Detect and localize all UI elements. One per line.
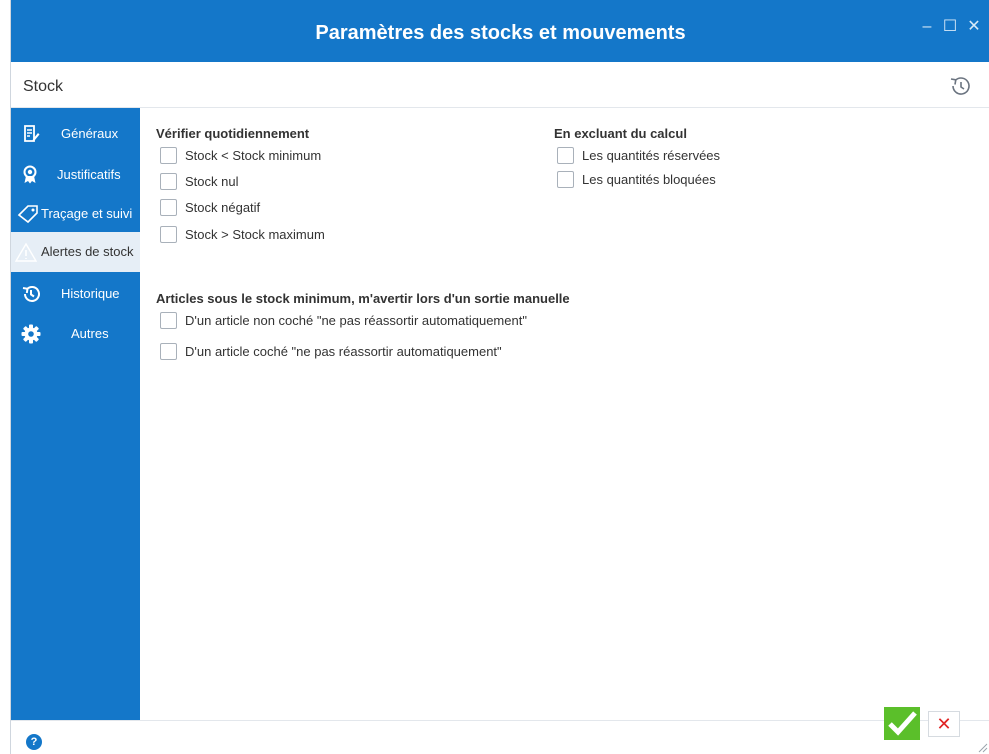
sidebar-item-label: Historique xyxy=(61,286,120,301)
history-icon xyxy=(21,284,41,304)
window-title: Paramètres des stocks et mouvements xyxy=(315,22,686,44)
history-button[interactable] xyxy=(948,74,972,98)
cancel-button[interactable]: ✕ xyxy=(928,711,960,737)
checkbox-label: Stock > Stock maximum xyxy=(185,227,325,242)
sidebar-item-label: Alertes de stock xyxy=(41,244,134,259)
footer-bar: ? ✕ xyxy=(11,707,989,754)
checkbox-label: D'un article non coché "ne pas réassorti… xyxy=(185,313,527,328)
sidebar-item-tracage[interactable]: Traçage et suivi xyxy=(11,194,140,234)
manual-exit-title: Articles sous le stock minimum, m'averti… xyxy=(156,291,570,306)
sidebar-item-justificatifs[interactable]: Justificatifs xyxy=(11,155,140,195)
checkbox-label: Les quantités réservées xyxy=(582,148,721,163)
sidebar-item-label: Justificatifs xyxy=(57,167,121,182)
checkbox-label: Les quantités bloquées xyxy=(582,172,716,187)
sidebar-item-autres[interactable]: Autres xyxy=(11,314,140,354)
settings-window: Paramètres des stocks et mouvements – ☐ … xyxy=(10,0,989,754)
sidebar-item-generaux[interactable]: Généraux xyxy=(11,114,140,154)
checkbox[interactable] xyxy=(557,147,574,164)
daily-check-title: Vérifier quotidiennement xyxy=(156,126,310,141)
checkbox[interactable] xyxy=(160,343,177,360)
maximize-button[interactable]: ☐ xyxy=(940,17,960,37)
checkbox-label: Stock nul xyxy=(185,174,239,189)
sidebar-item-alertes-stock[interactable]: Alertes de stock xyxy=(11,232,140,272)
checkbox[interactable] xyxy=(160,173,177,190)
history-icon xyxy=(950,77,970,95)
help-button[interactable]: ? xyxy=(26,734,42,750)
ok-button[interactable] xyxy=(884,707,920,740)
sidebar-item-label: Généraux xyxy=(61,126,119,141)
minimize-button[interactable]: – xyxy=(917,17,937,37)
sidebar-item-label: Autres xyxy=(71,326,109,341)
checkbox-label: Stock < Stock minimum xyxy=(185,148,322,163)
checkbox-label: Stock négatif xyxy=(185,200,261,215)
checkbox[interactable] xyxy=(160,199,177,216)
award-ribbon-icon xyxy=(21,165,41,185)
sidebar-item-label: Traçage et suivi xyxy=(41,206,133,221)
checkbox[interactable] xyxy=(160,226,177,243)
tag-icon xyxy=(17,204,38,224)
checkbox-label: D'un article coché "ne pas réassortir au… xyxy=(185,344,502,359)
sidebar-nav: Généraux Justificatifs Traçage et suivi xyxy=(11,108,140,720)
checkbox[interactable] xyxy=(557,171,574,188)
warning-icon xyxy=(14,242,38,262)
exclusions-title: En excluant du calcul xyxy=(554,126,687,141)
gear-icon xyxy=(21,324,41,344)
alerts-panel: Vérifier quotidiennement Stock < Stock m… xyxy=(140,108,989,720)
checkbox[interactable] xyxy=(160,312,177,329)
close-window-button[interactable]: ✕ xyxy=(964,17,984,37)
checkbox[interactable] xyxy=(160,147,177,164)
document-edit-icon xyxy=(21,124,41,144)
sidebar-item-historique[interactable]: Historique xyxy=(11,274,140,314)
resize-grip-icon[interactable] xyxy=(976,740,988,753)
section-header: Stock xyxy=(11,62,989,108)
title-bar: Paramètres des stocks et mouvements – ☐ … xyxy=(11,0,989,62)
section-title: Stock xyxy=(23,78,64,95)
checkmark-icon xyxy=(888,711,917,736)
